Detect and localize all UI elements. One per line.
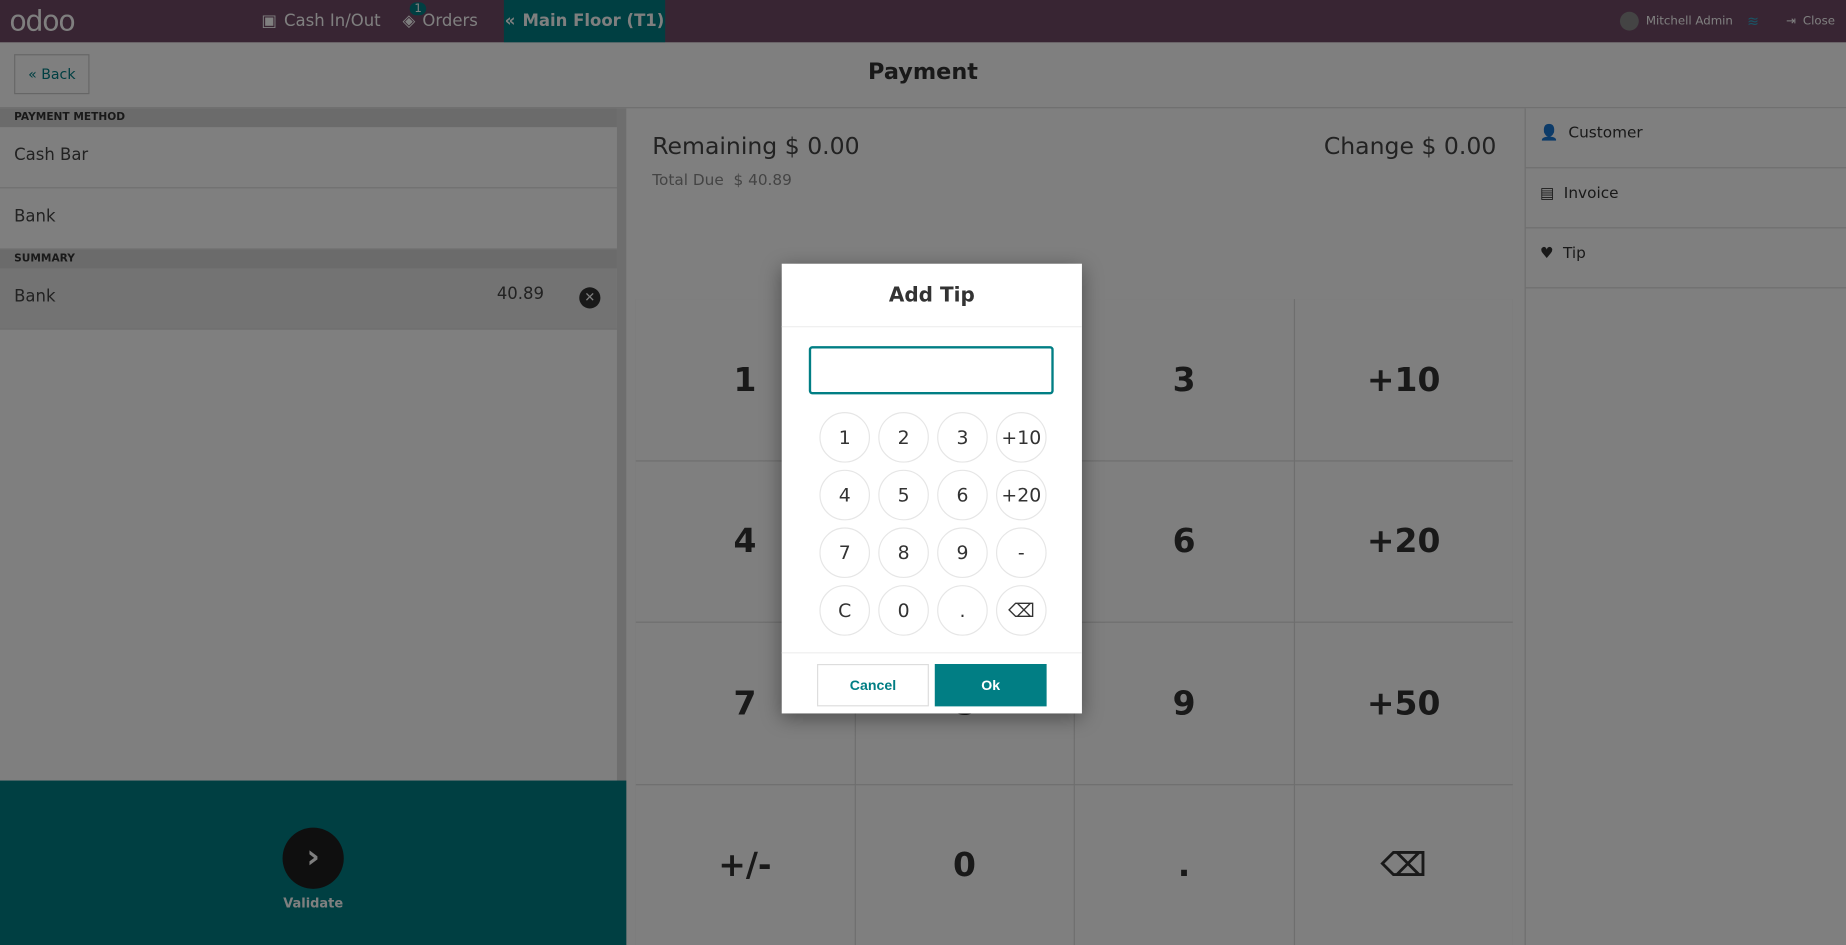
key-9[interactable]: 8 — [878, 527, 929, 579]
key-3[interactable]: +10 — [995, 412, 1047, 463]
key-11[interactable]: - — [995, 527, 1047, 579]
key-12[interactable]: C — [819, 585, 871, 636]
key-5[interactable]: 5 — [878, 469, 929, 521]
key-7[interactable]: +20 — [995, 469, 1047, 521]
tip-keypad: 1 2 3 +10 4 5 6 +20 7 8 9- C 0. ⌫ — [819, 412, 1047, 636]
key-8[interactable]: 7 — [819, 527, 871, 579]
dialog-title: Add Tip — [781, 264, 1082, 328]
add-tip-dialog: Add Tip 1 2 3 +10 4 5 6 +20 7 8 9- C 0. ⌫ Cancel Ok — [781, 263, 1082, 714]
key-0[interactable]: 1 — [819, 412, 871, 463]
tip-amount-input[interactable] — [808, 346, 1054, 395]
dialog-footer: Cancel Ok — [781, 652, 1082, 713]
key-1[interactable]: 2 — [878, 412, 929, 463]
key-6[interactable]: 6 — [937, 469, 988, 521]
backspace-key[interactable]: ⌫ — [995, 585, 1047, 636]
key-10[interactable]: 9 — [937, 527, 988, 579]
cancel-button[interactable]: Cancel — [817, 663, 929, 707]
key-4[interactable]: 4 — [819, 469, 871, 521]
key-14[interactable]: . — [937, 585, 988, 636]
ok-button[interactable]: Ok — [934, 663, 1047, 707]
key-2[interactable]: 3 — [937, 412, 988, 463]
pos-screen: odoo ▣Cash In/Out ◈1Orders «Main Floor (… — [0, 0, 1846, 945]
key-13[interactable]: 0 — [878, 585, 929, 636]
